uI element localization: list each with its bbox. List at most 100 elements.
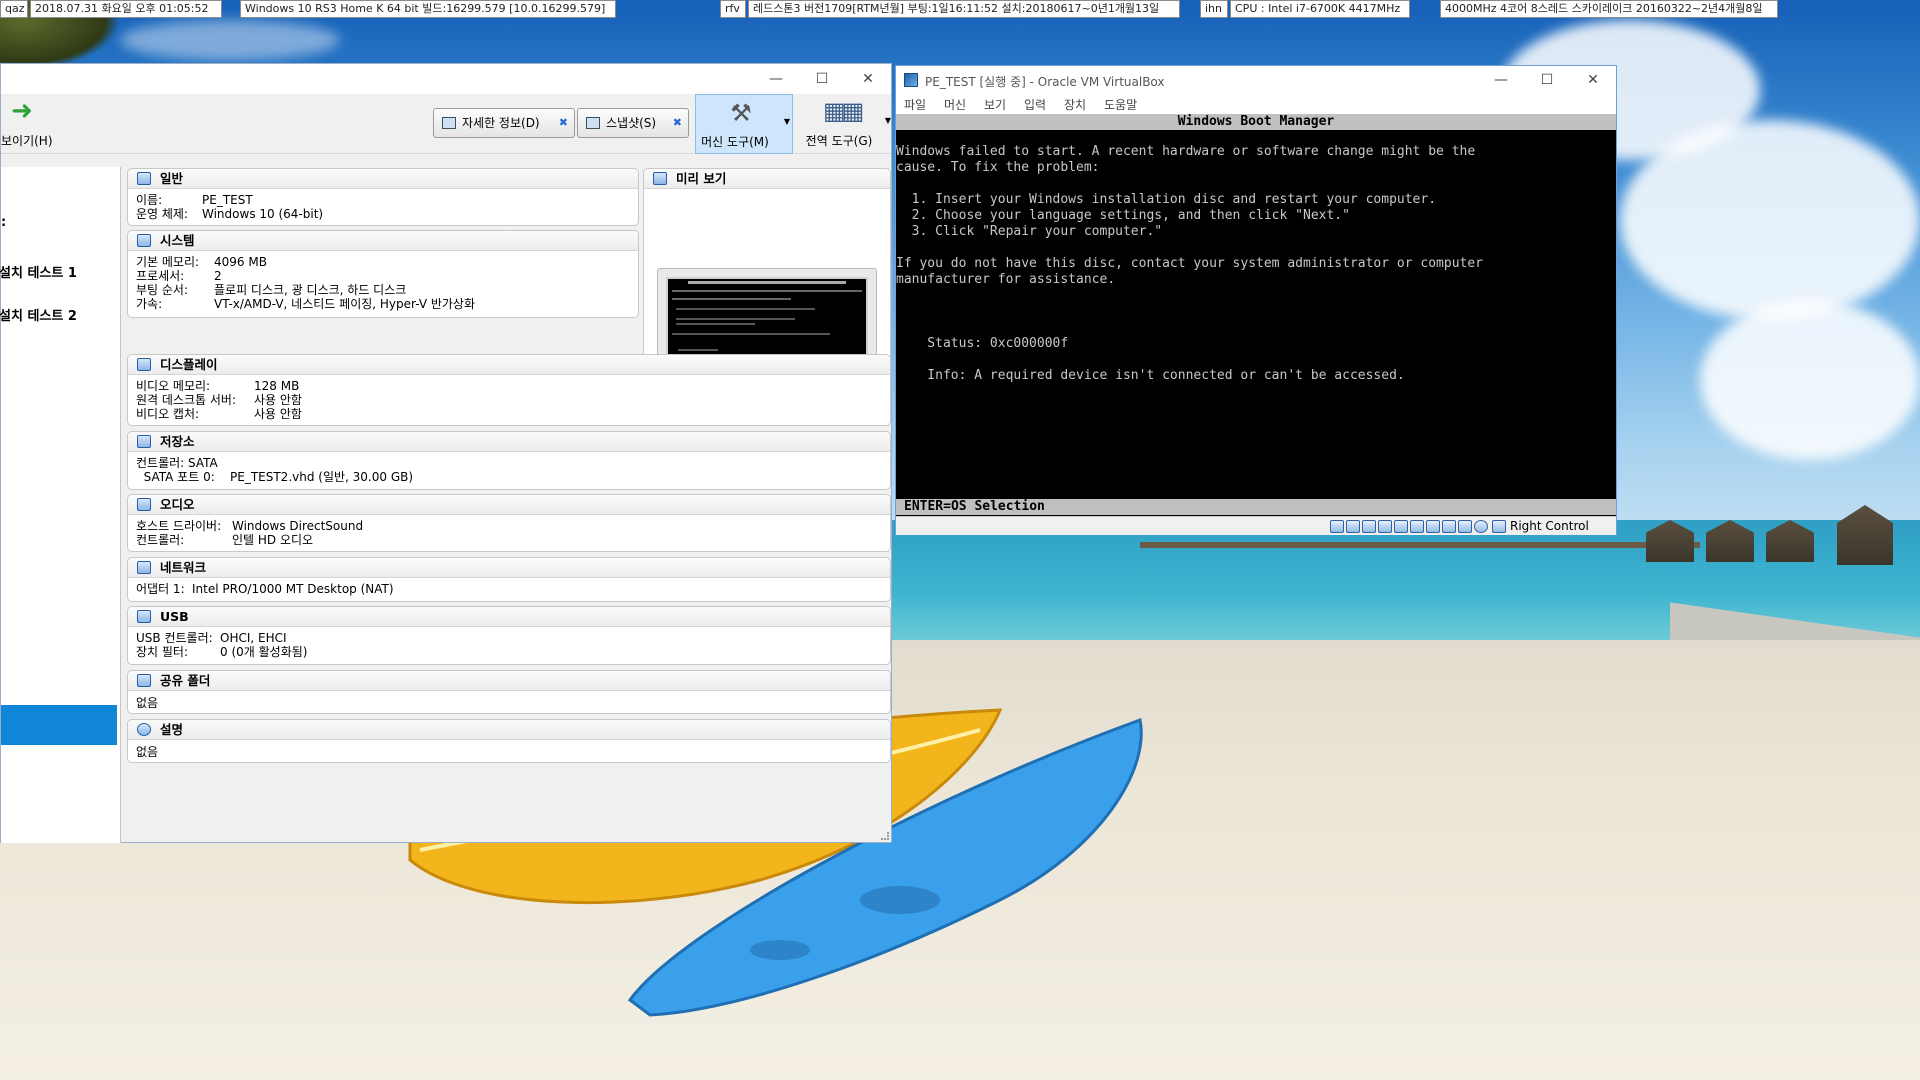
menu-item-input[interactable]: 입력	[1024, 96, 1046, 113]
section-header[interactable]: 디스플레이	[128, 355, 890, 375]
preview-text-line	[676, 318, 795, 320]
virtualbox-logo-icon	[904, 73, 918, 87]
wallpaper-pier	[1140, 542, 1700, 548]
global-tools-button[interactable]: ▦▦ 전역 도구(G) ▼	[797, 94, 893, 154]
menu-item-view[interactable]: 보기	[984, 96, 1006, 113]
info-row: 가속: VT-x/AMD-V, 네스티드 페이징, Hyper-V 반가상화	[128, 297, 638, 311]
taskbar-cpu-info[interactable]: CPU : Intel i7-6700K 4417MHz	[1230, 0, 1410, 18]
info-key: 부팅 순서:	[136, 283, 189, 297]
section-title: 일반	[160, 171, 184, 186]
menu-item-file[interactable]: 파일	[904, 96, 926, 113]
hard-disk-icon[interactable]	[1330, 520, 1344, 533]
info-key: 원격 데스크톱 서버:	[136, 393, 236, 407]
optical-drive-icon[interactable]	[1346, 520, 1360, 533]
section-header[interactable]: 설명	[128, 720, 890, 740]
info-row: SATA 포트 0: PE_TEST2.vhd (일반, 30.00 GB)	[128, 470, 890, 484]
menu-item-help[interactable]: 도움말	[1104, 96, 1137, 113]
system-section: 시스템 기본 메모리: 4096 MB 프로세서: 2 부팅 순서: 플로피 디스크,…	[127, 230, 639, 318]
maximize-button[interactable]: ☐	[799, 64, 845, 94]
section-title: 디스플레이	[160, 357, 218, 372]
resize-grip-icon[interactable]	[881, 832, 889, 840]
info-value: Windows DirectSound	[232, 519, 364, 533]
info-row: 컨트롤러: 인텔 HD 오디오	[128, 533, 890, 547]
shared-folder-icon[interactable]	[1410, 520, 1424, 533]
maximize-button[interactable]: ☐	[1524, 66, 1570, 94]
info-key: 호스트 드라이버:	[136, 519, 222, 533]
preview-header-line	[688, 281, 846, 284]
section-header[interactable]: 시스템	[128, 231, 638, 251]
display-section: 디스플레이 비디오 메모리: 128 MB 원격 데스크톱 서버: 사용 안함 비디…	[127, 354, 891, 426]
vm-list-item[interactable]: 설치 테스트 1	[0, 262, 77, 281]
section-header[interactable]: 저장소	[128, 432, 890, 452]
snapshots-button[interactable]: 스냅샷(S) ✖	[577, 108, 689, 138]
info-value: 인텔 HD 오디오	[232, 533, 314, 547]
section-header[interactable]: 네트워크	[128, 558, 890, 578]
guest-screen[interactable]: Windows Boot Manager Windows failed to s…	[896, 114, 1616, 516]
network-icon[interactable]	[1378, 520, 1392, 533]
chevron-down-icon[interactable]: ▼	[784, 117, 790, 126]
menu-item-devices[interactable]: 장치	[1064, 96, 1086, 113]
pin-icon[interactable]: ✖	[559, 109, 568, 137]
details-button[interactable]: 자세한 정보(D) ✖	[433, 108, 575, 138]
section-title: 오디오	[160, 497, 195, 512]
hammer-icon: ⚒	[730, 99, 752, 127]
sliders-icon: ▦▦	[823, 97, 864, 125]
boot-info-line: Info: A required device isn't connected …	[896, 368, 1405, 383]
menu-item-machine[interactable]: 머신	[944, 96, 966, 113]
audio-section: 오디오 호스트 드라이버: Windows DirectSound 컨트롤러: 인텔…	[127, 494, 891, 552]
taskbar-item[interactable]: qaz	[0, 0, 28, 18]
section-header[interactable]: 오디오	[128, 495, 890, 515]
show-button[interactable]: ➜ 보이기(H)	[1, 94, 53, 154]
vm-window: PE_TEST [실행 중] - Oracle VM VirtualBox — …	[895, 65, 1617, 535]
info-value: 0 (0개 활성화됨)	[220, 645, 308, 659]
info-value: 128 MB	[254, 379, 300, 393]
boot-status-line: Status: 0xc000000f	[896, 336, 1069, 351]
keyboard-icon[interactable]	[1492, 520, 1506, 533]
vm-list: : 설치 테스트 1 설치 테스트 2	[0, 167, 121, 843]
section-title: 시스템	[160, 233, 195, 248]
close-button[interactable]: ✕	[845, 64, 891, 94]
taskbar-build-info[interactable]: 레드스톤3 버전1709[RTM년월] 부팅:1일16:11:52 설치:201…	[748, 0, 1180, 18]
section-header[interactable]: 미리 보기	[644, 169, 890, 189]
info-row: 이름: PE_TEST	[128, 193, 638, 207]
manager-title-bar[interactable]: — ☐ ✕	[1, 64, 891, 94]
taskbar-item[interactable]: rfv	[720, 0, 746, 18]
taskbar-os-info[interactable]: Windows 10 RS3 Home K 64 bit 빌드:16299.57…	[240, 0, 616, 18]
info-key: 컨트롤러:	[136, 533, 185, 547]
pin-icon[interactable]: ✖	[673, 109, 682, 137]
close-button[interactable]: ✕	[1570, 66, 1616, 94]
machine-tools-button[interactable]: ⚒ 머신 도구(M) ▼	[695, 94, 793, 154]
taskbar-clock[interactable]: 2018.07.31 화요일 오후 01:05:52	[30, 0, 222, 18]
storage-section: 저장소 컨트롤러: SATA SATA 포트 0: PE_TEST2.vhd (일…	[127, 431, 891, 490]
usb-icon[interactable]	[1394, 520, 1408, 533]
boot-text-line: Windows failed to start. A recent hardwa…	[896, 144, 1476, 159]
preview-text-line	[672, 333, 831, 335]
taskbar-cpu-detail[interactable]: 4000MHz 4코어 8스레드 스카이레이크 20160322~2년4개월8일	[1440, 0, 1778, 18]
minimize-button[interactable]: —	[753, 64, 799, 94]
audio-icon[interactable]	[1362, 520, 1376, 533]
section-title: 네트워크	[160, 560, 207, 575]
description-section: 설명 없음	[127, 719, 891, 763]
taskbar-item[interactable]: ihn	[1200, 0, 1228, 18]
chevron-down-icon[interactable]: ▼	[885, 116, 891, 125]
mouse-integration-icon[interactable]	[1474, 520, 1488, 533]
minimize-button[interactable]: —	[1478, 66, 1524, 94]
section-header[interactable]: 일반	[128, 169, 638, 189]
vm-list-item[interactable]: 설치 테스트 2	[0, 305, 77, 324]
preview-text-line	[676, 308, 815, 310]
info-key: 없음	[136, 696, 159, 710]
video-capture-icon[interactable]	[1442, 520, 1456, 533]
vm-list-item-selected[interactable]	[1, 705, 117, 745]
network-icon	[137, 561, 151, 574]
display-icon	[137, 358, 151, 371]
info-key: 비디오 메모리:	[136, 379, 211, 393]
info-key: 가속:	[136, 297, 163, 311]
vm-title-bar[interactable]: PE_TEST [실행 중] - Oracle VM VirtualBox — …	[896, 66, 1616, 94]
display-icon[interactable]	[1426, 520, 1440, 533]
section-header[interactable]: USB	[128, 607, 890, 627]
boot-text-line: manufacturer for assistance.	[896, 272, 1116, 287]
cpu-icon[interactable]	[1458, 520, 1472, 533]
section-header[interactable]: 공유 폴더	[128, 671, 890, 691]
info-key: 기본 메모리:	[136, 255, 200, 269]
machine-tools-label: 머신 도구(M)	[701, 135, 769, 149]
